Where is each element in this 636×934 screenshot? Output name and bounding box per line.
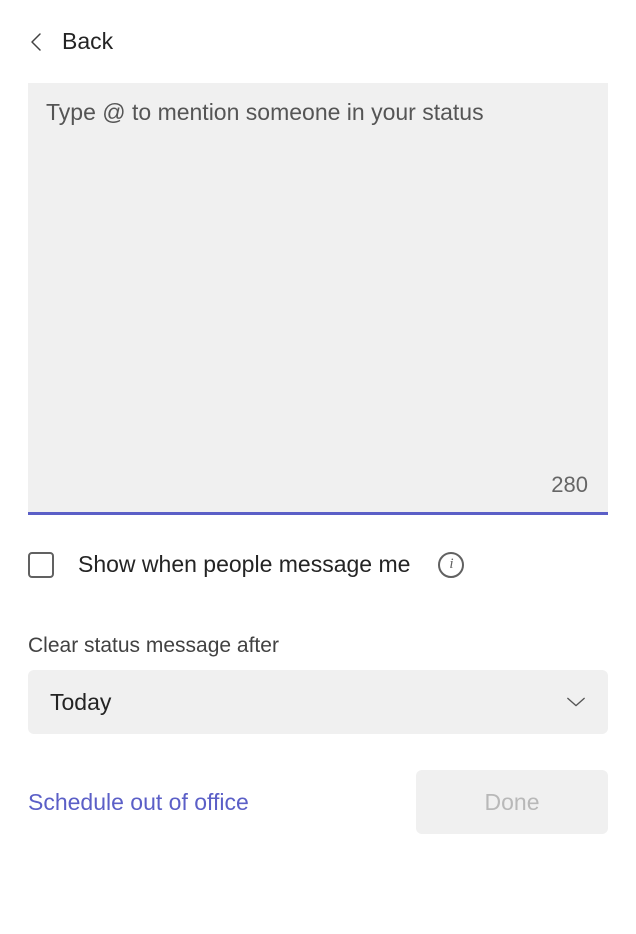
clear-after-label: Clear status message after: [28, 634, 608, 658]
chevron-left-icon: [28, 31, 44, 53]
info-icon[interactable]: i: [438, 552, 464, 578]
bottom-actions: Schedule out of office Done: [28, 770, 608, 834]
char-count: 280: [551, 472, 588, 498]
status-textarea-wrapper: 280: [28, 83, 608, 515]
schedule-out-of-office-link[interactable]: Schedule out of office: [28, 789, 249, 816]
back-button[interactable]: Back: [28, 20, 608, 55]
clear-after-value: Today: [50, 689, 111, 716]
show-when-message-label: Show when people message me: [78, 551, 410, 578]
show-when-message-row: Show when people message me i: [28, 551, 608, 578]
done-button[interactable]: Done: [416, 770, 608, 834]
clear-after-dropdown[interactable]: Today: [28, 670, 608, 734]
status-input[interactable]: [28, 83, 608, 512]
back-label: Back: [62, 28, 113, 55]
show-when-message-checkbox[interactable]: [28, 552, 54, 578]
chevron-down-icon: [566, 696, 586, 708]
